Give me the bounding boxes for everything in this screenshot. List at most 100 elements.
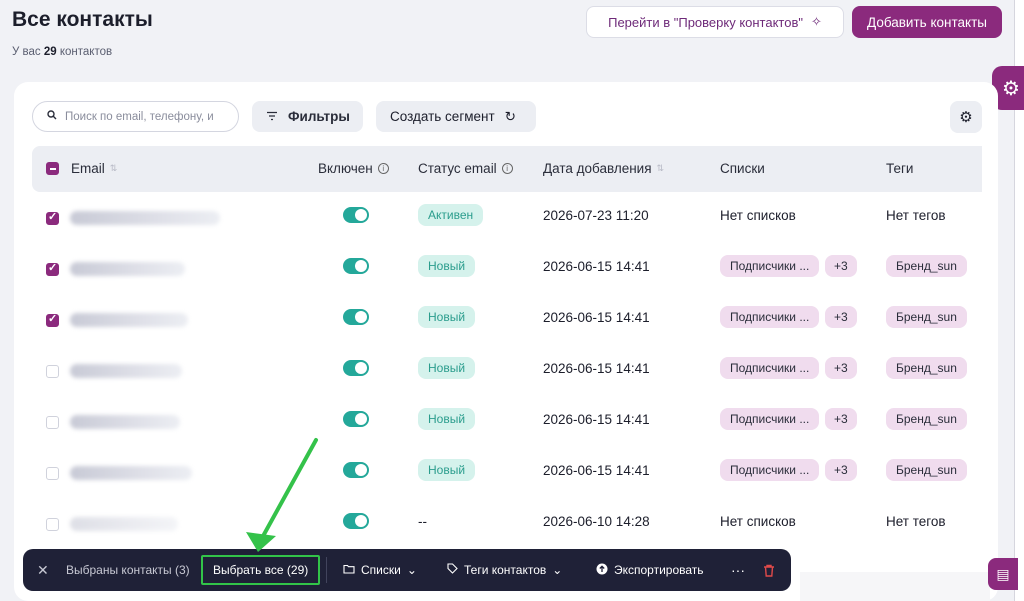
enabled-toggle[interactable]	[343, 462, 369, 478]
create-segment-label: Создать сегмент	[390, 109, 495, 124]
close-icon[interactable]: ✕	[37, 549, 49, 591]
status-empty: --	[418, 514, 427, 529]
enabled-toggle[interactable]	[343, 411, 369, 427]
status-badge: Новый	[418, 255, 476, 277]
email-blurred	[70, 211, 220, 225]
lists-more-chip[interactable]: +3	[825, 408, 857, 430]
lists-more-chip[interactable]: +3	[825, 357, 857, 379]
email-blurred	[70, 466, 192, 480]
sort-icon: ⇅	[109, 163, 118, 173]
column-enabled: Включен i	[318, 161, 389, 176]
row-checkbox[interactable]	[46, 467, 59, 480]
date-added: 2026-06-15 14:41	[543, 361, 650, 376]
table-row[interactable]: -- 2026-06-10 14:28 Нет списков Нет тего…	[32, 499, 982, 550]
email-blurred	[70, 415, 180, 429]
tags-value: Нет тегов	[886, 208, 946, 223]
row-checkbox[interactable]	[46, 261, 59, 276]
table-row[interactable]: Новый 2026-06-15 14:41 Подписчики ... +3…	[32, 397, 982, 448]
go-to-contact-check-label: Перейти в "Проверку контактов"	[608, 14, 803, 30]
row-checkbox[interactable]	[46, 210, 59, 225]
enabled-toggle[interactable]	[343, 309, 369, 325]
select-all-checkbox[interactable]	[46, 162, 59, 175]
date-added: 2026-07-23 11:20	[543, 208, 649, 223]
subtitle-suffix: контактов	[59, 46, 113, 58]
list-chip[interactable]: Подписчики ...	[720, 357, 820, 379]
lists-more-chip[interactable]: +3	[825, 459, 857, 481]
column-lists: Списки	[720, 161, 765, 176]
tags-dropdown-button[interactable]: Теги контактов ⌄	[447, 549, 562, 591]
selected-count-text: Выбраны контакты (3)	[66, 563, 190, 577]
enabled-toggle[interactable]	[343, 207, 369, 223]
row-checkbox[interactable]	[46, 365, 59, 378]
table-row[interactable]: Новый 2026-06-15 14:41 Подписчики ... +3…	[32, 244, 982, 295]
enabled-toggle[interactable]	[343, 513, 369, 529]
date-added: 2026-06-10 14:28	[543, 514, 650, 529]
search-input[interactable]	[65, 110, 235, 123]
status-badge: Новый	[418, 408, 476, 430]
page-title: Все контакты	[12, 8, 153, 31]
trash-icon[interactable]	[763, 549, 775, 591]
create-segment-button[interactable]: Создать сегмент ↻	[376, 101, 536, 132]
tag-chip[interactable]: Бренд_sun	[886, 459, 967, 481]
status-badge: Активен	[418, 204, 484, 226]
list-chip[interactable]: Подписчики ...	[720, 255, 820, 277]
add-contacts-button[interactable]: Добавить контакты	[852, 6, 1002, 38]
column-date-added[interactable]: Дата добавления ⇅	[543, 161, 664, 176]
search-box[interactable]	[32, 101, 239, 132]
go-to-contact-check-button[interactable]: Перейти в "Проверку контактов" ✧	[586, 6, 844, 38]
subtitle-prefix: У вас	[12, 46, 41, 58]
date-added: 2026-06-15 14:41	[543, 259, 650, 274]
tag-chip[interactable]: Бренд_sun	[886, 306, 967, 328]
table-row[interactable]: Новый 2026-06-15 14:41 Подписчики ... +3…	[32, 295, 982, 346]
lists-more-chip[interactable]: +3	[825, 255, 857, 277]
info-icon[interactable]: i	[501, 163, 513, 174]
chevron-down-icon: ⌄	[406, 563, 417, 577]
row-checkbox[interactable]	[46, 312, 59, 327]
info-icon[interactable]: i	[377, 163, 389, 174]
table-row[interactable]: Активен 2026-07-23 11:20 Нет списков Нет…	[32, 193, 982, 244]
tag-chip[interactable]: Бренд_sun	[886, 408, 967, 430]
magic-wand-icon: ✧	[811, 14, 822, 29]
list-chip[interactable]: Подписчики ...	[720, 306, 820, 328]
search-icon	[47, 110, 57, 123]
footer-area	[800, 572, 990, 601]
date-added: 2026-06-15 14:41	[543, 412, 650, 427]
date-added: 2026-06-15 14:41	[543, 310, 650, 325]
column-email-status: Статус email i	[418, 161, 513, 176]
email-blurred	[70, 262, 185, 276]
contacts-card: Фильтры Создать сегмент ↻ ⚙ Email⇅ Включ…	[14, 82, 998, 601]
selection-action-bar: ✕ Выбраны контакты (3) Выбрать все (29) …	[23, 549, 791, 591]
tags-label: Теги контактов	[464, 563, 547, 577]
enabled-toggle[interactable]	[343, 258, 369, 274]
folder-icon	[343, 563, 355, 577]
export-label: Экспортировать	[614, 563, 704, 577]
more-options-icon[interactable]: ···	[731, 549, 745, 591]
row-checkbox[interactable]	[46, 416, 59, 429]
column-email[interactable]: Email ⇅	[71, 161, 117, 176]
chat-icon[interactable]: ▤	[988, 558, 1018, 590]
row-checkbox[interactable]	[46, 518, 59, 531]
email-blurred	[70, 313, 188, 327]
lists-label: Списки	[361, 563, 401, 577]
export-button[interactable]: Экспортировать	[596, 549, 704, 591]
tag-chip[interactable]: Бренд_sun	[886, 357, 967, 379]
filters-button[interactable]: Фильтры	[252, 101, 363, 132]
sort-icon: ⇅	[656, 163, 665, 173]
column-tags: Теги	[886, 161, 914, 176]
divider	[326, 557, 327, 583]
tag-chip[interactable]: Бренд_sun	[886, 255, 967, 277]
table-row[interactable]: Новый 2026-06-15 14:41 Подписчики ... +3…	[32, 346, 982, 397]
table-settings-button[interactable]: ⚙	[950, 101, 982, 133]
enabled-toggle[interactable]	[343, 360, 369, 376]
table-header: Email ⇅ Включен i Статус email i Дата добав…	[32, 146, 982, 192]
filters-label: Фильтры	[288, 109, 350, 124]
lists-more-chip[interactable]: +3	[825, 306, 857, 328]
contacts-count-text: У вас 29 контактов	[12, 46, 112, 58]
refresh-icon: ↻	[504, 108, 516, 124]
table-row[interactable]: Новый 2026-06-15 14:41 Подписчики ... +3…	[32, 448, 982, 499]
filter-icon	[266, 109, 278, 124]
list-chip[interactable]: Подписчики ...	[720, 459, 820, 481]
list-chip[interactable]: Подписчики ...	[720, 408, 820, 430]
lists-dropdown-button[interactable]: Списки ⌄	[343, 549, 417, 591]
select-all-button[interactable]: Выбрать все (29)	[201, 555, 321, 585]
